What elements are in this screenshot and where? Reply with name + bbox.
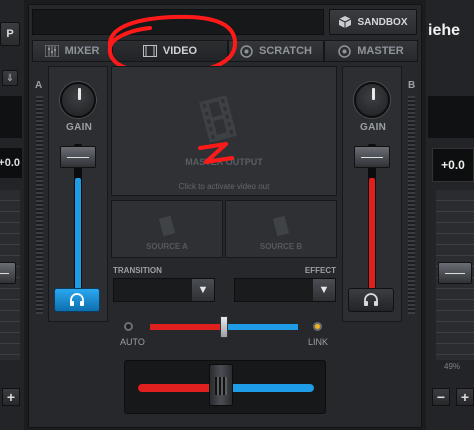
right-deck-pitch-slider-handle[interactable] <box>438 262 472 284</box>
headphones-icon <box>364 293 378 306</box>
right-deck-title: iehe <box>428 22 461 39</box>
source-b-preview[interactable]: SOURCE B <box>225 200 337 258</box>
left-deck-collapse-button[interactable]: ⇓ <box>2 70 18 86</box>
deck-a-headphone-button[interactable] <box>54 288 100 312</box>
right-deck-pitch-display: +0.0 <box>432 148 474 182</box>
crossfader-left-fill <box>138 384 209 392</box>
crossfader-right-fill <box>233 384 314 392</box>
headphones-icon <box>70 293 84 306</box>
mixer-icon <box>44 45 59 57</box>
deck-b-gain-label: GAIN <box>360 122 387 133</box>
right-deck-pitch-plus-button[interactable]: + <box>456 388 474 406</box>
link-label: LINK <box>308 337 329 347</box>
deck-a-volume-level <box>75 178 81 297</box>
left-deck-waveform-area <box>0 96 22 138</box>
tab-master-label: MASTER <box>357 45 404 57</box>
chevron-down-icon: ▼ <box>313 279 335 301</box>
chevron-double-down-icon: ⇓ <box>5 72 15 84</box>
deck-a-vu-meter <box>36 96 43 314</box>
tab-scratch[interactable]: SCRATCH <box>228 40 324 62</box>
deck-a-gain-knob[interactable] <box>60 82 96 118</box>
deck-b-gain-knob[interactable] <box>354 82 390 118</box>
left-deck-pitch-slider-handle[interactable] <box>0 262 16 284</box>
crossfader-handle[interactable] <box>209 364 233 406</box>
deck-a-gain-label: GAIN <box>66 122 93 133</box>
auto-label: AUTO <box>120 337 145 347</box>
cube-icon <box>339 16 352 28</box>
sandbox-button[interactable]: SANDBOX <box>329 9 417 35</box>
left-deck-pitch-plus-button[interactable]: + <box>2 388 20 406</box>
sandbox-label: SANDBOX <box>357 16 408 28</box>
tab-master[interactable]: MASTER <box>324 40 418 62</box>
source-a-preview[interactable]: SOURCE A <box>111 200 223 258</box>
transition-dropdown[interactable]: ▼ <box>113 278 215 302</box>
deck-a-letter: A <box>35 80 43 91</box>
link-led[interactable] <box>313 322 322 331</box>
deck-a-volume-fader[interactable] <box>60 146 96 168</box>
right-deck-pitch-minus-button[interactable]: − <box>432 388 450 406</box>
video-crossfader-handle[interactable] <box>220 316 228 338</box>
source-a-label: SOURCE A <box>146 242 188 251</box>
deck-b-vu-meter <box>408 96 415 314</box>
right-deck-waveform-area <box>428 96 474 138</box>
tab-mixer-label: MIXER <box>64 45 100 57</box>
auto-led[interactable] <box>124 322 133 331</box>
activate-video-hint: Click to activate video out <box>178 182 270 191</box>
film-reel-icon <box>272 216 290 236</box>
transition-label: TRANSITION <box>113 266 162 275</box>
tab-scratch-label: SCRATCH <box>259 45 312 57</box>
film-reel-icon <box>199 96 237 142</box>
effect-label: EFFECT <box>304 266 336 275</box>
video-crossfader-left-fill <box>150 324 220 330</box>
right-deck-pitch-percent: 49% <box>444 362 461 371</box>
video-crossfader-right-fill <box>228 324 298 330</box>
left-deck-pitch-display: +0.0 <box>0 148 22 178</box>
chevron-down-icon: ▼ <box>192 279 214 301</box>
deck-b-headphone-button[interactable] <box>348 288 394 312</box>
effect-dropdown[interactable]: ▼ <box>234 278 336 302</box>
annotation-scribble <box>198 142 234 164</box>
source-b-label: SOURCE B <box>259 242 303 251</box>
deck-b-letter: B <box>408 80 416 91</box>
deck-b-volume-fader[interactable] <box>354 146 390 168</box>
deck-b-volume-level <box>369 178 375 297</box>
left-deck-key-button[interactable]: P <box>0 22 20 46</box>
film-reel-icon <box>158 216 176 236</box>
disc-icon <box>338 44 352 58</box>
